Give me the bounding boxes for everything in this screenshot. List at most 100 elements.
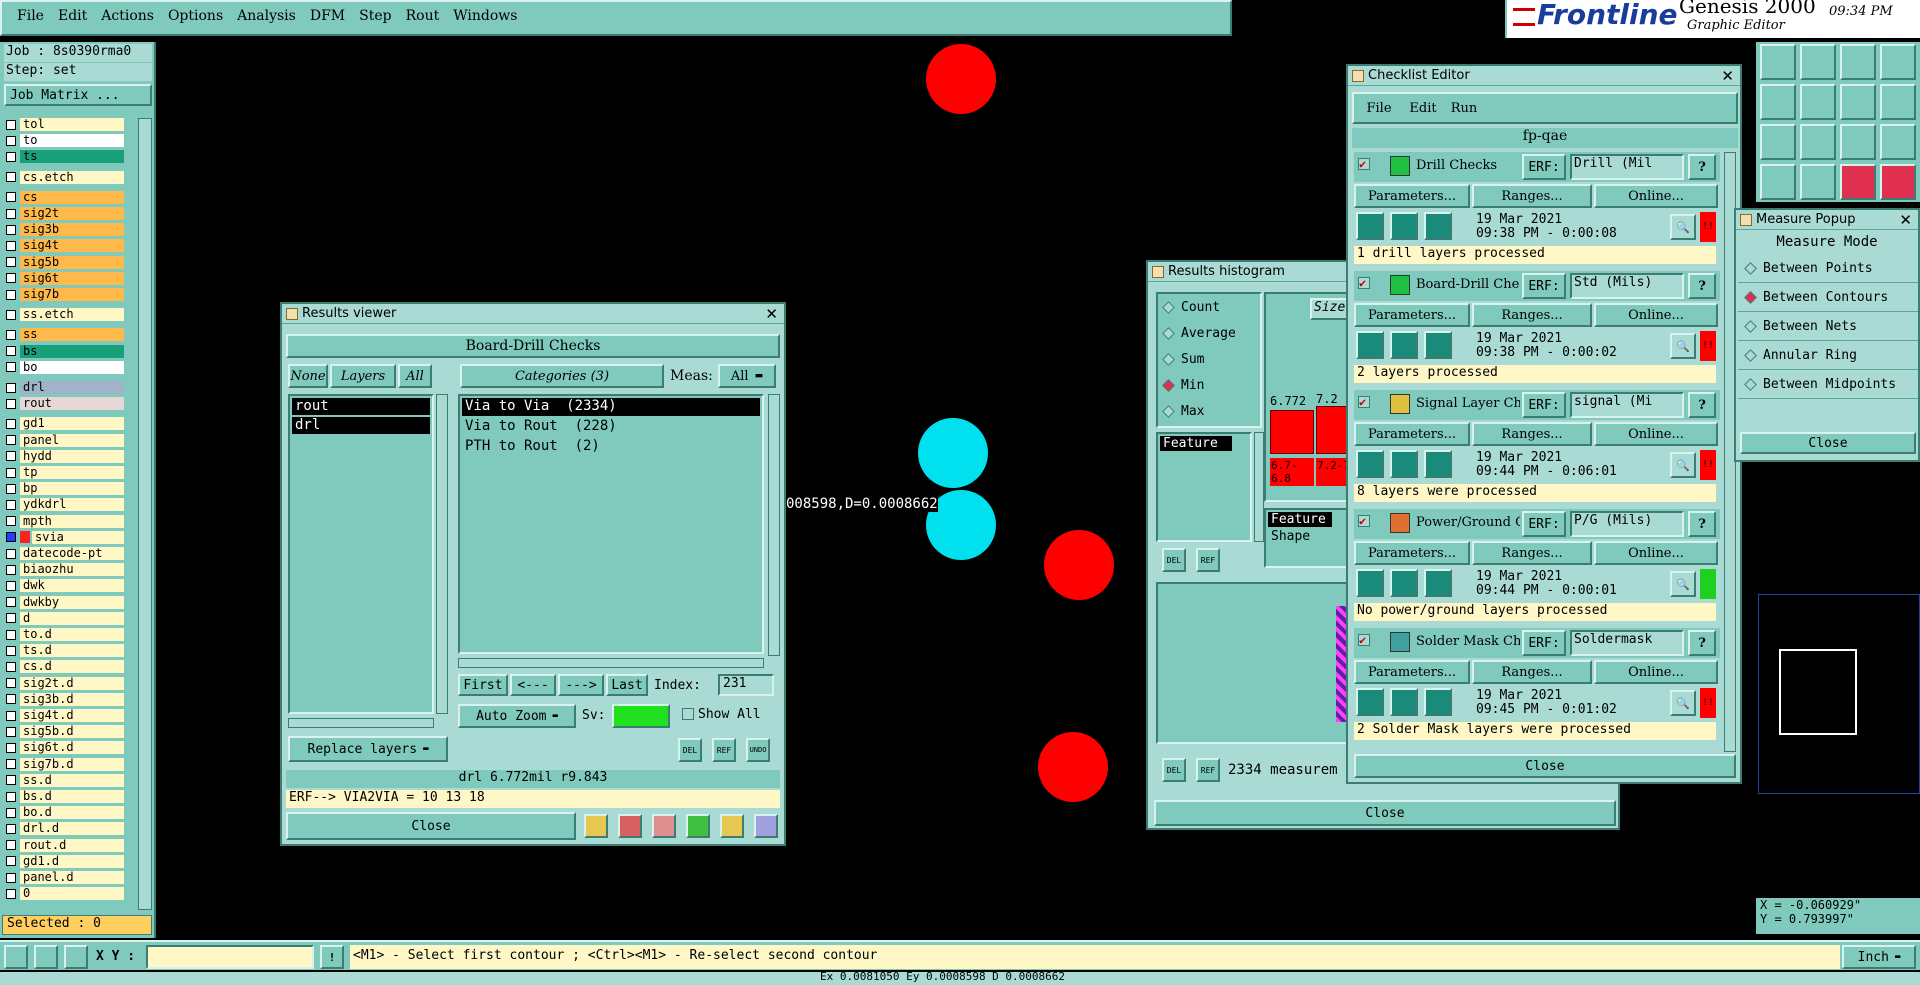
layer-row[interactable]: ss.etch	[6, 308, 124, 322]
route-tool-icon[interactable]	[1800, 164, 1836, 200]
menu-dfm[interactable]: DFM	[303, 4, 352, 28]
rv-layer-item[interactable]: drl	[292, 417, 430, 434]
run-icon[interactable]	[1356, 450, 1384, 478]
route-icon[interactable]	[34, 945, 58, 969]
layer-row[interactable]: sig3b.d	[6, 692, 124, 706]
layer-checkbox[interactable]	[6, 759, 16, 770]
grid-icon[interactable]	[64, 945, 88, 969]
last-button[interactable]: Last	[606, 674, 648, 696]
parameters-button[interactable]: Parameters...	[1354, 422, 1470, 446]
run-icon[interactable]	[1424, 212, 1452, 240]
layer-checkbox[interactable]	[6, 382, 16, 393]
index-input[interactable]: 231	[718, 674, 774, 696]
hist-option[interactable]: Sum	[1158, 346, 1260, 372]
pan-icon[interactable]	[1800, 124, 1836, 160]
menu-options[interactable]: Options	[161, 4, 230, 28]
layer-row[interactable]: ydkdrl	[6, 498, 124, 512]
help-button[interactable]: ?	[1688, 392, 1716, 418]
layers-icon[interactable]	[686, 814, 710, 838]
run-icon[interactable]	[1424, 331, 1452, 359]
size-button[interactable]: Size	[1310, 298, 1348, 320]
erf-value[interactable]: Soldermask	[1570, 630, 1684, 656]
erf-value[interactable]: signal (Mi	[1570, 392, 1684, 418]
erf-button[interactable]: ERF:	[1522, 273, 1566, 299]
layer-row[interactable]: ts	[6, 150, 124, 164]
feature-item[interactable]: Feature	[1160, 436, 1232, 451]
rv-close-button[interactable]: Close	[286, 812, 576, 840]
tool-icon[interactable]	[584, 814, 608, 838]
check-name[interactable]: Signal Layer Ch	[1416, 396, 1520, 411]
layer-checkbox[interactable]	[6, 240, 16, 251]
layer-row[interactable]: svia	[6, 530, 124, 544]
layer-checkbox[interactable]	[6, 856, 16, 867]
categories-button[interactable]: Categories (3)	[460, 364, 664, 388]
layers-button[interactable]: Layers	[330, 364, 396, 388]
measure-close-button[interactable]: Close	[1740, 432, 1916, 454]
filter-icon[interactable]	[652, 814, 676, 838]
prev-button[interactable]: <---	[510, 674, 556, 696]
layer-row[interactable]: bp	[6, 482, 124, 496]
hist-option[interactable]: Min	[1158, 372, 1260, 398]
snapshot-icon[interactable]	[1840, 84, 1876, 120]
settings-icon[interactable]	[1760, 164, 1796, 200]
layer-row[interactable]: dwkby	[6, 595, 124, 609]
layer-row[interactable]: sig3b	[6, 223, 124, 237]
help-menu-item[interactable]: Help	[1460, 4, 1494, 20]
home-icon[interactable]	[1840, 44, 1876, 80]
check-name[interactable]: Power/Ground C	[1416, 515, 1520, 530]
units-dropdown[interactable]: Inch ▬	[1842, 945, 1916, 969]
parameters-button[interactable]: Parameters...	[1354, 660, 1470, 684]
import-icon[interactable]	[1760, 84, 1796, 120]
parameters-button[interactable]: Parameters...	[1354, 541, 1470, 565]
layer-row[interactable]: bo	[6, 360, 124, 374]
job-matrix-button[interactable]: Job Matrix ...	[4, 84, 152, 106]
erf-button[interactable]: ERF:	[1522, 154, 1566, 180]
check-enabled-icon[interactable]: ✔	[1358, 158, 1370, 170]
rv-category-item[interactable]: Via to Rout (228)	[462, 418, 760, 436]
layer-row[interactable]: hydd	[6, 449, 124, 463]
help-button[interactable]: ?	[1688, 154, 1716, 180]
menu-edit[interactable]: Edit	[51, 4, 94, 28]
save-icon[interactable]	[1760, 44, 1796, 80]
layer-checkbox[interactable]	[6, 580, 16, 591]
online-button[interactable]: Online...	[1594, 422, 1718, 446]
layer-checkbox[interactable]	[6, 807, 16, 818]
erf-value[interactable]: P/G (Mils)	[1570, 511, 1684, 537]
layer-checkbox[interactable]	[6, 629, 16, 640]
check-enabled-icon[interactable]: ✔	[1358, 277, 1370, 289]
ref-icon[interactable]: REF	[1196, 548, 1220, 572]
layer-row[interactable]: gd1	[6, 417, 124, 431]
layer-checkbox[interactable]	[6, 710, 16, 721]
run-icon[interactable]	[1390, 569, 1418, 597]
auto-zoom-dropdown[interactable]: Auto Zoom ▬	[458, 704, 576, 728]
layer-row[interactable]: tp	[6, 466, 124, 479]
layer-row[interactable]: panel	[6, 433, 124, 447]
layer-checkbox[interactable]	[6, 451, 16, 462]
layer-checkbox[interactable]	[6, 499, 16, 510]
layer-checkbox[interactable]	[6, 119, 16, 130]
erf-button[interactable]: ERF:	[1522, 511, 1566, 537]
run-icon[interactable]	[1390, 212, 1418, 240]
next-button[interactable]: --->	[558, 674, 604, 696]
layer-checkbox[interactable]	[6, 224, 16, 235]
check-enabled-icon[interactable]: ✔	[1358, 396, 1370, 408]
erf-button[interactable]: ERF:	[1522, 630, 1566, 656]
online-button[interactable]: Online...	[1594, 184, 1718, 208]
ranges-button[interactable]: Ranges...	[1472, 422, 1592, 446]
layer-checkbox[interactable]	[6, 309, 16, 320]
layer-row[interactable]: to	[6, 134, 124, 148]
zoom-icon[interactable]: 🔍	[1670, 214, 1696, 240]
check-name[interactable]: Solder Mask Che	[1416, 634, 1520, 649]
layer-row[interactable]: sig4t.d	[6, 709, 124, 722]
layer-row[interactable]: ss.d	[6, 773, 124, 787]
layer-checkbox[interactable]	[6, 192, 16, 203]
run-icon[interactable]	[1390, 450, 1418, 478]
meas-dropdown[interactable]: All ▬	[718, 364, 776, 388]
histogram-icon[interactable]	[754, 814, 778, 838]
layer-row[interactable]: to.d	[6, 628, 124, 641]
help-icon[interactable]	[1880, 124, 1916, 160]
layer-checkbox[interactable]	[6, 289, 16, 300]
load-icon[interactable]	[1800, 44, 1836, 80]
layer-checkbox[interactable]	[6, 208, 16, 219]
check-enabled-icon[interactable]: ✔	[1358, 515, 1370, 527]
